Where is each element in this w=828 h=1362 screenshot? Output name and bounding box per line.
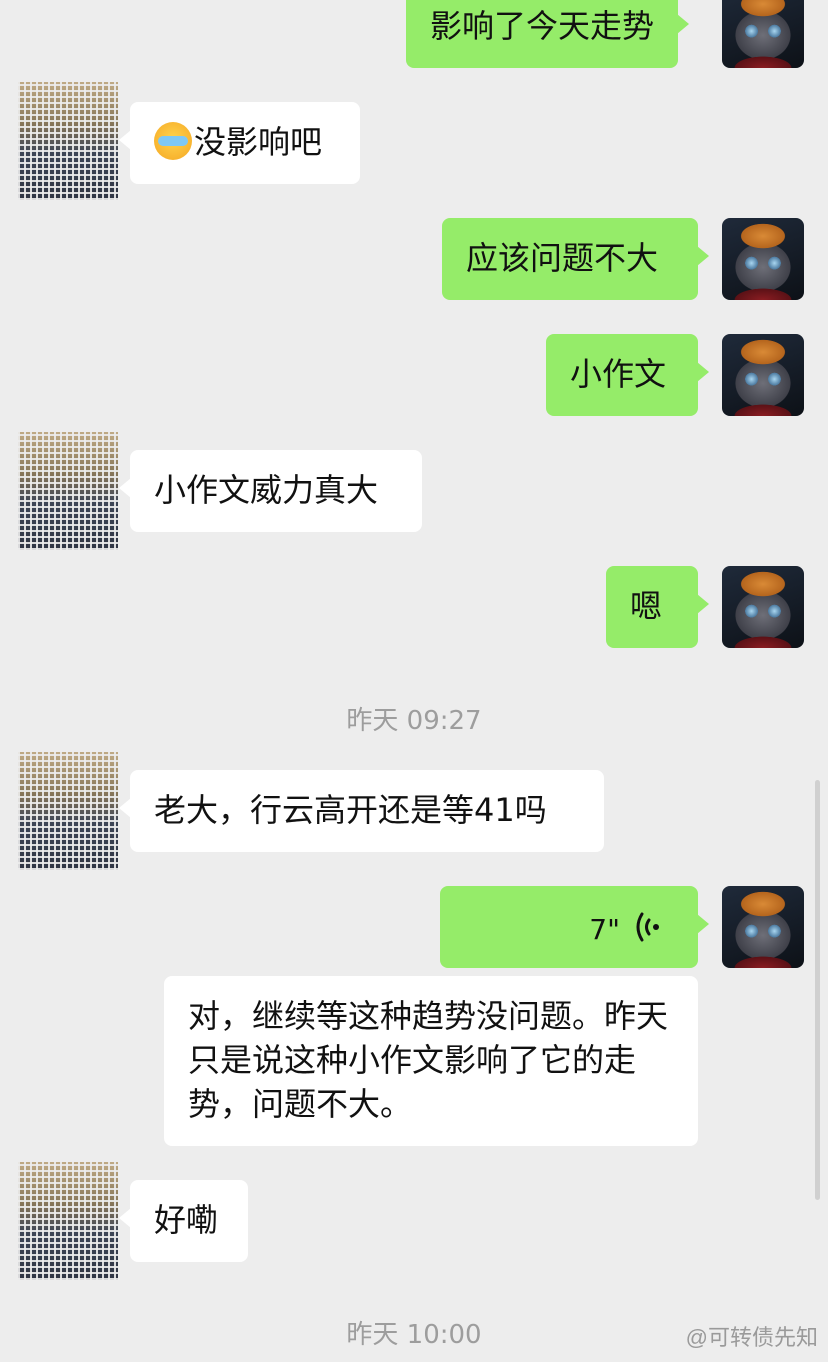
watermark: @可转债先知	[685, 1325, 818, 1350]
scrollbar[interactable]	[815, 780, 820, 1200]
message-bubble-other[interactable]: 没影响吧	[119, 102, 360, 184]
contact-avatar[interactable]	[18, 1162, 118, 1280]
timestamp: 昨天 09:27	[346, 706, 482, 736]
message-bubble-self[interactable]: 应该问题不大	[442, 218, 709, 300]
message-bubble-other[interactable]: 老大，行云高开还是等41吗	[119, 770, 604, 852]
message-bubble-self[interactable]: 影响了今天走势	[406, 0, 690, 68]
message-bubble-self[interactable]: 小作文	[546, 334, 709, 416]
message-bubble-other[interactable]: 小作文威力真大	[119, 450, 422, 532]
contact-avatar[interactable]	[18, 432, 118, 550]
voice-duration: 7"	[589, 913, 620, 946]
message-bubble-other[interactable]: 对，继续等这种趋势没问题。昨天只是说这种小作文影响了它的走势，问题不大。	[164, 976, 698, 1146]
self-avatar[interactable]	[722, 566, 804, 648]
self-avatar[interactable]	[722, 0, 804, 68]
contact-avatar[interactable]	[18, 82, 118, 200]
self-avatar[interactable]	[722, 218, 804, 300]
message-bubble-other[interactable]: 好嘞	[119, 1180, 248, 1262]
voice-message-bubble[interactable]: 7"	[440, 886, 709, 968]
self-avatar[interactable]	[722, 334, 804, 416]
face-palm-emoji	[154, 122, 192, 160]
message-text: 没影响吧	[194, 123, 323, 161]
voice-wave-icon	[636, 912, 659, 942]
self-avatar[interactable]	[722, 886, 804, 968]
message-bubble-self[interactable]: 嗯	[606, 566, 709, 648]
contact-avatar[interactable]	[18, 752, 118, 870]
